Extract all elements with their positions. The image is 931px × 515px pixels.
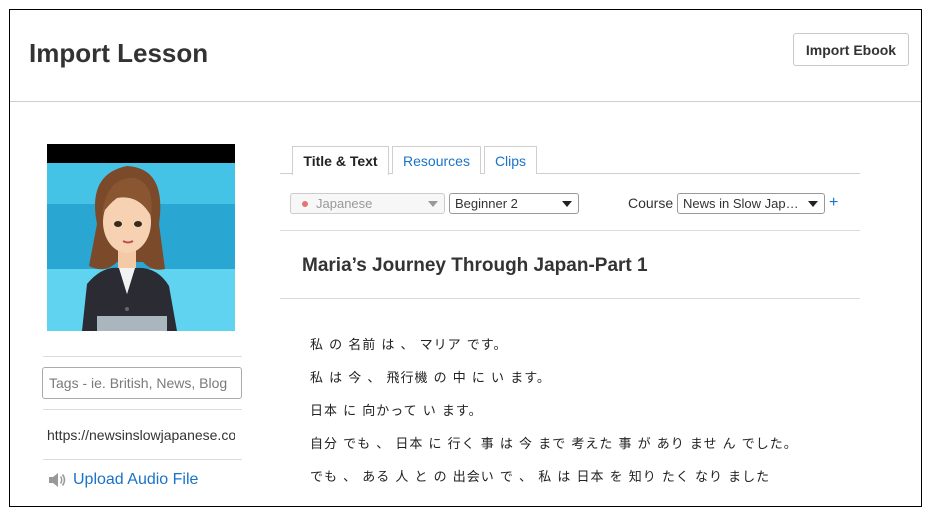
page-title: Import Lesson [29,38,209,68]
import-lesson-window: Import Lesson Import Ebook Tags - ie. Br… [9,9,922,507]
chevron-down-icon [562,201,572,207]
lesson-text-line: 私 の 名前 は 、 マリア です。 [310,338,508,353]
lesson-tabs: Title & Text Resources Clips [280,145,860,175]
add-course-button[interactable]: + [829,194,838,212]
import-ebook-button[interactable]: Import Ebook [793,33,909,66]
level-value: Beginner 2 [455,196,518,211]
tab-title-text[interactable]: Title & Text [292,146,389,175]
source-url-field[interactable]: https://newsinslowjapanese.com [47,427,235,443]
divider [43,356,242,357]
lesson-text-line: 日本 に 向かって い ます。 [310,404,483,419]
tab-resources[interactable]: Resources [392,146,481,174]
course-select[interactable]: News in Slow Jap… [677,193,825,214]
lesson-text-line: でも 、 ある 人 と の 出会い で 、 私 は 日本 を 知り たく なり … [310,470,771,485]
divider [43,459,242,460]
chevron-down-icon [808,201,818,207]
lesson-text-editor[interactable]: 私 の 名前 は 、 マリア です。 私 は 今 、 飛行機 の 中 に い ま… [310,336,850,501]
header: Import Lesson Import Ebook [10,10,921,102]
level-select[interactable]: Beginner 2 [449,193,579,214]
divider [280,230,860,231]
woman-avatar-illustration [47,144,235,331]
divider [280,298,860,299]
tags-input[interactable] [42,367,242,399]
upload-audio-link[interactable]: Upload Audio File [47,471,198,489]
lesson-title-field[interactable]: Maria’s Journey Through Japan-Part 1 [302,255,648,277]
upload-audio-label: Upload Audio File [73,471,199,488]
lesson-image[interactable] [47,144,235,331]
chevron-down-icon [428,201,438,207]
language-value: Japanese [316,196,373,211]
lesson-text-line: 私 は 今 、 飛行機 の 中 に い ます。 [310,371,551,386]
tab-clips[interactable]: Clips [484,146,537,174]
lesson-text-line: 自分 でも 、 日本 に 行く 事 は 今 まで 考えた 事 が あり ませ ん… [310,437,798,452]
course-value: News in Slow Jap… [683,196,799,211]
language-dot-icon [302,200,308,207]
divider [43,409,242,410]
language-select[interactable]: Japanese [290,193,445,214]
speaker-icon [49,473,66,487]
course-label: Course [628,195,674,211]
